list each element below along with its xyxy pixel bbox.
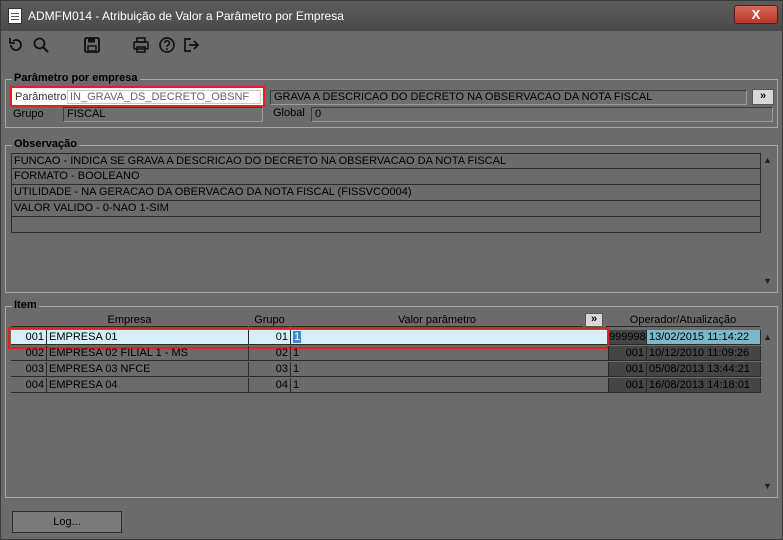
observacao-list: FUNCAO - INDICA SE GRAVA A DESCRICAO DO … bbox=[11, 153, 761, 233]
scroll-up-icon[interactable]: ▲ bbox=[763, 155, 772, 165]
search-icon[interactable] bbox=[32, 36, 50, 54]
observacao-line: FORMATO - BOOLEANO bbox=[11, 169, 761, 185]
row-grupo: 04 bbox=[249, 378, 291, 393]
row-valor[interactable]: 1 bbox=[291, 346, 609, 361]
parametro-highlight: Parâmetro IN_GRAVA_DS_DECRETO_OBSNF bbox=[10, 86, 265, 107]
scroll-down-icon[interactable]: ▼ bbox=[763, 276, 772, 286]
observacao-line: VALOR VALIDO - 0-NAO 1-SIM bbox=[11, 201, 761, 217]
observacao-line: UTILIDADE - NA GERACAO DA OBERVACAO DA N… bbox=[11, 185, 761, 201]
row-cod: 003 bbox=[11, 362, 47, 377]
item-legend: Item bbox=[12, 299, 39, 311]
grupo-field: FISCAL bbox=[63, 107, 263, 122]
print-icon[interactable] bbox=[132, 36, 150, 54]
row-cod: 004 bbox=[11, 378, 47, 393]
exit-icon[interactable] bbox=[182, 36, 200, 54]
grupo-label: Grupo bbox=[13, 108, 44, 120]
col-header-valor[interactable]: Valor parâmetro bbox=[291, 314, 583, 327]
scroll-down-icon[interactable]: ▼ bbox=[763, 481, 772, 491]
table-row[interactable]: 003 EMPRESA 03 NFCE 03 1 001 05/08/2013 … bbox=[11, 362, 761, 377]
table-row[interactable]: 002 EMPRESA 02 FILIAL 1 - MS 02 1 001 10… bbox=[11, 346, 761, 361]
row-operador: 001 bbox=[609, 346, 647, 361]
row-empresa: EMPRESA 03 NFCE bbox=[47, 362, 249, 377]
row-atualizacao: 13/02/2015 11:14:22 bbox=[647, 330, 761, 345]
col-more-button[interactable]: » bbox=[585, 313, 603, 327]
row-atualizacao: 16/08/2013 14:18:01 bbox=[647, 378, 761, 393]
table-row[interactable]: 004 EMPRESA 04 04 1 001 16/08/2013 14:18… bbox=[11, 378, 761, 393]
refresh-icon[interactable] bbox=[7, 36, 25, 54]
row-valor[interactable]: 1 bbox=[291, 362, 609, 377]
row-empresa: EMPRESA 02 FILIAL 1 - MS bbox=[47, 346, 249, 361]
item-scrollbar[interactable]: ▲ ▼ bbox=[761, 330, 775, 493]
log-button[interactable]: Log... bbox=[12, 511, 122, 533]
row-cod: 002 bbox=[11, 346, 47, 361]
toolbar bbox=[1, 31, 782, 59]
row-operador: 001 bbox=[609, 362, 647, 377]
row-empresa: EMPRESA 04 bbox=[47, 378, 249, 393]
descricao-field: GRAVA A DESCRICAO DO DECRETO NA OBSERVAC… bbox=[270, 90, 747, 105]
row-atualizacao: 10/12/2010 11:09:26 bbox=[647, 346, 761, 361]
col-header-grupo[interactable]: Grupo bbox=[249, 314, 290, 327]
parametro-label: Parâmetro bbox=[15, 91, 67, 103]
observacao-legend: Observação bbox=[12, 138, 79, 150]
global-field: 0 bbox=[311, 107, 773, 122]
parametro-legend: Parâmetro por empresa bbox=[12, 72, 140, 84]
observacao-scrollbar[interactable]: ▲ ▼ bbox=[761, 153, 775, 288]
close-button[interactable]: X bbox=[734, 5, 778, 24]
row-grupo: 03 bbox=[249, 362, 291, 377]
row-grupo: 02 bbox=[249, 346, 291, 361]
document-icon bbox=[8, 8, 22, 24]
global-label: Global bbox=[273, 107, 305, 119]
help-icon[interactable] bbox=[158, 36, 176, 54]
row-operador: 001 bbox=[609, 378, 647, 393]
observacao-line bbox=[11, 217, 761, 233]
row-atualizacao: 05/08/2013 13:44:21 bbox=[647, 362, 761, 377]
more-button[interactable]: » bbox=[752, 89, 774, 105]
title-bar: ADMFM014 - Atribuição de Valor a Parâmet… bbox=[1, 1, 782, 31]
row-valor[interactable]: 1 bbox=[291, 378, 609, 393]
col-header-empresa[interactable]: Empresa bbox=[11, 314, 248, 327]
main-window: ADMFM014 - Atribuição de Valor a Parâmet… bbox=[0, 0, 783, 540]
parametro-input[interactable]: IN_GRAVA_DS_DECRETO_OBSNF bbox=[67, 90, 261, 104]
observacao-line: FUNCAO - INDICA SE GRAVA A DESCRICAO DO … bbox=[11, 153, 761, 169]
window-title: ADMFM014 - Atribuição de Valor a Parâmet… bbox=[28, 9, 344, 23]
save-icon[interactable] bbox=[83, 36, 101, 54]
scroll-up-icon[interactable]: ▲ bbox=[763, 332, 772, 342]
col-header-operador[interactable]: Operador/Atualização bbox=[606, 314, 760, 327]
row-operador: 999998 bbox=[609, 330, 647, 345]
